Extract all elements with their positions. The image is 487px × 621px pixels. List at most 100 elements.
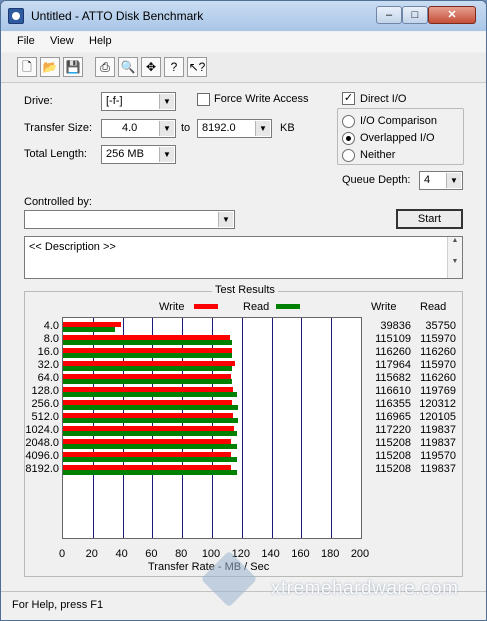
drive-label: Drive: xyxy=(24,95,53,107)
read-value-text: 119570 xyxy=(420,450,456,462)
read-value-text: 120312 xyxy=(419,398,456,410)
read-bar xyxy=(63,418,238,423)
description-box[interactable]: << Description >> ▲ ▼ xyxy=(24,236,463,279)
x-tick-label: 80 xyxy=(175,548,188,560)
grid-line xyxy=(301,318,302,538)
read-value-text: 115970 xyxy=(420,359,456,371)
queue-depth-label: Queue Depth: xyxy=(342,174,411,186)
force-write-checkbox[interactable] xyxy=(197,93,210,106)
category-label: 1024.0 xyxy=(25,424,59,436)
read-bar xyxy=(63,392,238,397)
app-icon xyxy=(8,8,24,24)
x-tick-label: 20 xyxy=(85,548,98,560)
total-length-select[interactable]: 256 MB ▼ xyxy=(101,145,176,164)
read-value-text: 119837 xyxy=(420,463,456,475)
read-bar xyxy=(63,431,238,436)
transfer-from-select[interactable]: 4.0 ▼ xyxy=(101,119,176,138)
force-write-label: Force Write Access xyxy=(214,93,309,105)
move-icon[interactable]: ✥ xyxy=(141,57,161,77)
drive-select[interactable]: [-f-] ▼ xyxy=(101,92,176,111)
read-value-text: 119769 xyxy=(420,385,456,397)
start-button[interactable]: Start xyxy=(396,209,463,229)
category-label: 256.0 xyxy=(31,398,59,410)
new-icon[interactable]: 🗋 xyxy=(17,57,37,77)
description-text: << Description >> xyxy=(29,241,116,253)
chevron-down-icon[interactable]: ▼ xyxy=(255,121,270,136)
x-tick-label: 60 xyxy=(145,548,158,560)
print-preview-icon[interactable]: 🔍 xyxy=(118,57,138,77)
chevron-down-icon[interactable]: ▼ xyxy=(446,173,461,188)
x-tick-label: 180 xyxy=(321,548,340,560)
open-icon[interactable]: 📂 xyxy=(40,57,60,77)
category-label: 8192.0 xyxy=(25,463,59,475)
read-value-text: 115970 xyxy=(420,333,456,345)
chevron-down-icon[interactable]: ▼ xyxy=(159,94,174,109)
controlled-by-label: Controlled by: xyxy=(24,196,92,208)
x-tick-label: 160 xyxy=(291,548,310,560)
radio-io-comparison[interactable] xyxy=(342,115,355,128)
read-bar xyxy=(63,327,115,332)
chevron-down-icon[interactable]: ▼ xyxy=(159,121,174,136)
context-help-icon[interactable]: ↖? xyxy=(187,57,207,77)
read-bar xyxy=(63,340,232,345)
print-icon[interactable]: ⎙ xyxy=(95,57,115,77)
transfer-to-select[interactable]: 8192.0 ▼ xyxy=(197,119,272,138)
menu-help[interactable]: Help xyxy=(89,35,112,47)
x-tick-label: 200 xyxy=(350,548,370,560)
chart-plot-area xyxy=(62,317,362,539)
direct-io-checkbox[interactable]: ✓ xyxy=(342,92,355,105)
radio-neither[interactable] xyxy=(342,149,355,162)
category-label: 16.0 xyxy=(37,346,59,358)
x-tick-label: 140 xyxy=(261,548,280,560)
chevron-down-icon[interactable]: ▼ xyxy=(159,147,174,162)
transfer-size-label: Transfer Size: xyxy=(24,122,93,134)
toolbar: 🗋 📂 💾 ⎙ 🔍 ✥ ? ↖? xyxy=(1,53,486,83)
read-value-text: 120105 xyxy=(419,411,456,423)
menu-file[interactable]: File xyxy=(17,35,35,47)
direct-io-label: Direct I/O xyxy=(360,93,407,105)
save-icon[interactable]: 💾 xyxy=(63,57,83,77)
legend-read-swatch xyxy=(276,304,300,309)
queue-depth-select[interactable]: 4 ▼ xyxy=(419,171,463,190)
menu-view[interactable]: View xyxy=(50,35,74,47)
close-button[interactable]: ✕ xyxy=(428,6,476,24)
grid-line xyxy=(242,318,243,538)
read-bar xyxy=(63,379,233,384)
maximize-button[interactable]: □ xyxy=(402,6,428,24)
category-label: 4096.0 xyxy=(25,450,59,462)
legend-read-label: Read xyxy=(243,301,270,313)
menu-bar: File View Help xyxy=(1,32,486,52)
to-label: to xyxy=(181,122,191,134)
category-label: 64.0 xyxy=(37,372,59,384)
unit-label: KB xyxy=(280,122,295,134)
transfer-from-value: 4.0 xyxy=(122,122,138,134)
neither-label: Neither xyxy=(360,149,396,161)
minimize-button[interactable]: – xyxy=(376,6,402,24)
read-value-text: 35750 xyxy=(425,320,456,332)
category-label: 8.0 xyxy=(43,333,59,345)
overlapped-io-label: Overlapped I/O xyxy=(360,132,435,144)
transfer-to-value: 8192.0 xyxy=(202,122,236,134)
title-bar[interactable]: Untitled - ATTO Disk Benchmark – □ ✕ xyxy=(1,1,486,31)
atto-window: Untitled - ATTO Disk Benchmark – □ ✕ Fil… xyxy=(0,0,487,621)
status-text: For Help, press F1 xyxy=(12,599,104,611)
category-label: 512.0 xyxy=(31,411,59,423)
radio-overlapped-io[interactable] xyxy=(342,132,355,145)
x-tick-label: 40 xyxy=(115,548,128,560)
col-write-header: Write xyxy=(371,301,397,313)
read-bar xyxy=(63,470,238,475)
controlled-by-select[interactable]: ▼ xyxy=(24,210,235,229)
category-label: 32.0 xyxy=(37,359,59,371)
legend-write-label: Write xyxy=(159,301,185,313)
grid-line xyxy=(272,318,273,538)
read-bar xyxy=(63,353,233,358)
x-tick-label: 0 xyxy=(58,548,66,560)
queue-depth-value: 4 xyxy=(424,174,431,186)
description-scrollbar[interactable]: ▲ ▼ xyxy=(447,237,462,278)
read-bar xyxy=(63,366,232,371)
chevron-down-icon[interactable]: ▼ xyxy=(218,212,233,227)
help-icon[interactable]: ? xyxy=(164,57,184,77)
io-comparison-label: I/O Comparison xyxy=(360,115,438,127)
category-label: 2048.0 xyxy=(25,437,59,449)
read-value-text: 116260 xyxy=(420,372,456,384)
